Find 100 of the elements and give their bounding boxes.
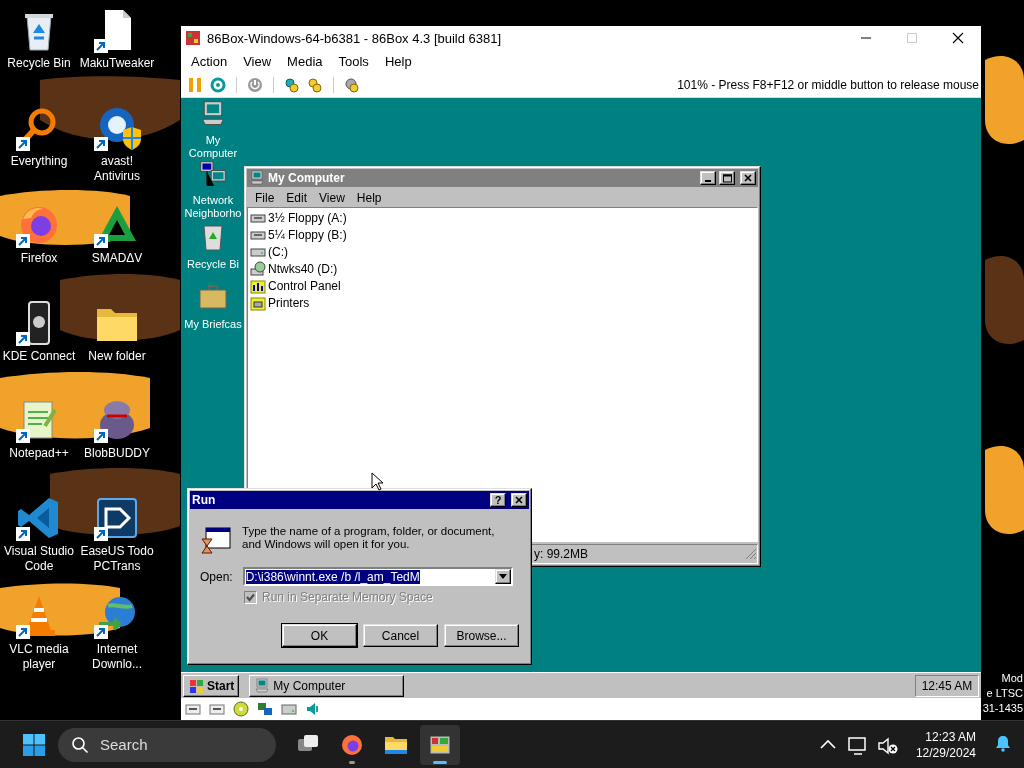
power-icon bbox=[247, 76, 263, 93]
pause-icon bbox=[187, 76, 203, 93]
windows-logo-icon bbox=[22, 732, 46, 757]
icon-label[interactable]: My Briefcas bbox=[184, 318, 242, 331]
field-label: Open: bbox=[200, 569, 233, 584]
minimize-button[interactable] bbox=[700, 171, 716, 185]
icon-label[interactable]: SMADΔV bbox=[91, 251, 143, 267]
instruction-text: Type the name of a program, folder, or document, and Windows will open it for you. bbox=[242, 525, 496, 551]
menu-item[interactable]: Tools bbox=[330, 53, 377, 69]
gear-icon bbox=[284, 76, 300, 93]
status-bar-button[interactable] bbox=[233, 701, 249, 717]
dialog-button[interactable]: OK bbox=[282, 624, 357, 647]
status-text: y: 99.2MB bbox=[534, 547, 589, 561]
start-button[interactable]: Start bbox=[183, 674, 240, 697]
flag-icon bbox=[188, 677, 204, 694]
close-button[interactable] bbox=[511, 493, 527, 507]
drive-item[interactable]: 3½ Floppy (A:) bbox=[268, 211, 347, 225]
icon-label[interactable]: Internet Downlo... bbox=[78, 641, 156, 672]
toolbar-button[interactable] bbox=[284, 76, 300, 93]
command-combo-box[interactable]: D:\i386\winnt.exe /b /l_am_TedM bbox=[242, 567, 513, 586]
window-title: Run bbox=[192, 493, 217, 507]
drive-item[interactable]: Control Panel bbox=[268, 279, 341, 293]
menu-item[interactable]: Help bbox=[376, 53, 420, 69]
clock: 12:45 AM bbox=[915, 674, 979, 697]
menu-item[interactable]: View bbox=[235, 53, 280, 69]
toolbar-button[interactable] bbox=[307, 76, 323, 93]
icon-label[interactable]: Notepad++ bbox=[9, 446, 69, 462]
dialog-button[interactable]: Browse... bbox=[444, 624, 519, 647]
icon-label[interactable]: Everything bbox=[10, 153, 68, 169]
drive-item[interactable]: (C:) bbox=[268, 245, 288, 259]
taskbar-button[interactable]: My Computer bbox=[249, 674, 405, 697]
icon-label[interactable]: BlobBUDDY bbox=[84, 446, 150, 462]
mouse-cursor-icon bbox=[371, 472, 383, 491]
toolbar-button[interactable] bbox=[344, 76, 360, 93]
drive-icon bbox=[281, 701, 297, 717]
drive-item[interactable]: Printers bbox=[268, 296, 310, 310]
watermark-text: e LTSC bbox=[986, 686, 1023, 701]
icon-label[interactable]: Network Neighborho bbox=[181, 194, 245, 220]
taskbar-app-button[interactable] bbox=[420, 724, 460, 765]
clock-date[interactable]: 12/29/2024 bbox=[915, 744, 976, 761]
icon-label[interactable]: EaseUS Todo PCTrans bbox=[78, 543, 156, 574]
icon-label[interactable]: MakuTweaker bbox=[79, 56, 155, 71]
status-bar-button[interactable] bbox=[305, 701, 321, 717]
toolbar-button[interactable] bbox=[247, 76, 263, 93]
menu-item[interactable]: Edit bbox=[280, 191, 314, 205]
dropdown-button[interactable] bbox=[494, 569, 511, 584]
drive-item[interactable]: 5¼ Floppy (B:) bbox=[268, 228, 347, 242]
icon-label[interactable]: Visual Studio Code bbox=[0, 543, 78, 574]
close-button[interactable] bbox=[740, 171, 756, 185]
window-title: 86Box-Windows-64-b6381 - 86Box 4.3 [build 6381] bbox=[207, 30, 503, 46]
icon-label[interactable]: New folder bbox=[88, 348, 146, 364]
gear-icon bbox=[344, 76, 360, 93]
menu-item[interactable]: Media bbox=[279, 53, 331, 69]
caret-icon bbox=[498, 574, 507, 579]
floppy-icon bbox=[185, 701, 201, 717]
search-field[interactable]: Search bbox=[58, 727, 276, 762]
window-hourglass-icon bbox=[200, 525, 232, 557]
app-logo-icon bbox=[185, 30, 201, 46]
icon-label[interactable]: Firefox bbox=[20, 251, 58, 267]
menu-item[interactable]: Action bbox=[183, 53, 236, 69]
maximize-button[interactable] bbox=[719, 171, 735, 185]
search-icon bbox=[71, 735, 89, 754]
disc-icon bbox=[233, 701, 249, 717]
icon-label[interactable]: Recycle Bin bbox=[7, 56, 71, 71]
refresh-icon bbox=[210, 76, 226, 93]
menu-item[interactable]: File bbox=[249, 191, 281, 205]
menu-item[interactable]: Help bbox=[350, 191, 388, 205]
close-icon bbox=[744, 174, 752, 182]
icon-label[interactable]: avast! Antivirus bbox=[78, 153, 156, 184]
icon-label[interactable]: KDE Connect bbox=[2, 348, 76, 364]
toolbar-button[interactable] bbox=[210, 76, 226, 93]
watermark-text: 31-1435 bbox=[982, 701, 1023, 716]
control-panel-folder-icon bbox=[250, 278, 266, 294]
icon-label[interactable]: Recycle Bi bbox=[187, 258, 239, 271]
status-bar-button[interactable] bbox=[257, 701, 273, 717]
computer-icon bbox=[254, 677, 271, 694]
close-icon bbox=[952, 32, 964, 44]
status-bar-button[interactable] bbox=[185, 701, 201, 717]
floppy-icon bbox=[209, 701, 225, 717]
flame-globe-icon bbox=[340, 732, 364, 757]
maximize-icon bbox=[907, 33, 917, 43]
maximize-icon bbox=[722, 173, 732, 183]
icon-label[interactable]: My Computer bbox=[181, 134, 245, 160]
gear-icon bbox=[307, 76, 323, 93]
help-button[interactable]: ? bbox=[490, 493, 506, 507]
status-bar-button[interactable] bbox=[209, 701, 225, 717]
clock-time[interactable]: 12:23 AM bbox=[925, 728, 976, 745]
icon-label[interactable]: VLC media player bbox=[0, 641, 78, 672]
networked-computers-icon bbox=[197, 160, 229, 188]
drive-item[interactable]: Ntwks40 (D:) bbox=[268, 262, 338, 276]
cd-drive-icon bbox=[250, 261, 266, 277]
check-icon bbox=[246, 592, 255, 602]
printer-folder-icon bbox=[250, 295, 266, 311]
checkbox-label: Run in Separate Memory Space bbox=[262, 590, 433, 604]
window-title: My Computer bbox=[268, 171, 346, 185]
network-icon bbox=[257, 701, 273, 717]
dialog-button[interactable]: Cancel bbox=[363, 624, 438, 647]
watermark-text: Mod bbox=[1001, 671, 1023, 686]
speaker-icon bbox=[305, 701, 321, 717]
menu-item[interactable]: View bbox=[313, 191, 351, 205]
